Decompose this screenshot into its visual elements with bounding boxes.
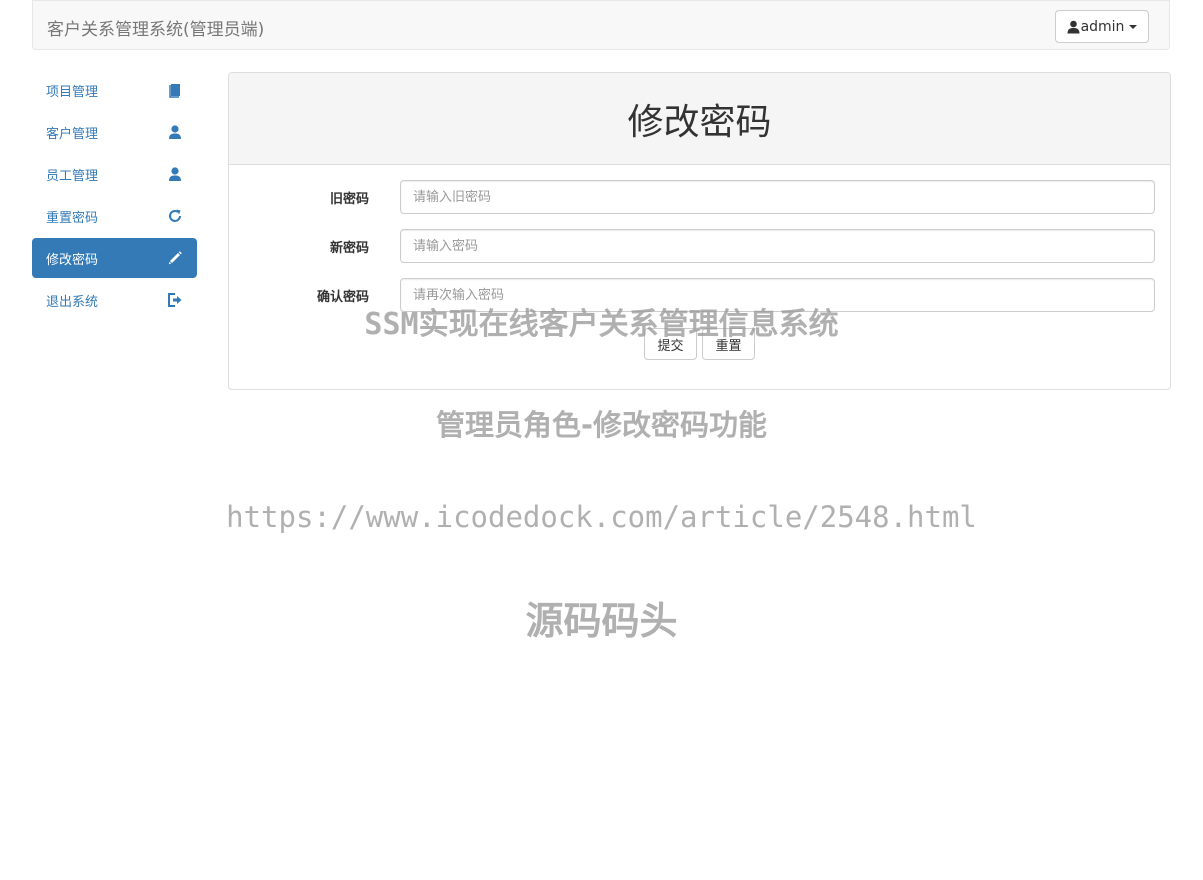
confirm-password-row: 确认密码	[229, 278, 1170, 312]
top-navbar: 客户关系管理系统(管理员端) admin	[32, 0, 1170, 50]
book-icon	[169, 84, 180, 98]
user-menu-button[interactable]: admin	[1055, 10, 1149, 43]
sidebar-item-label: 项目管理	[46, 84, 99, 100]
user-icon	[169, 167, 181, 181]
sidebar-item-label: 重置密码	[46, 210, 99, 226]
old-password-label: 旧密码	[329, 192, 369, 207]
change-password-panel: 修改密码 旧密码 新密码 确认密码 提交 重置	[228, 72, 1171, 390]
logout-icon	[168, 293, 182, 307]
pencil-icon	[168, 251, 182, 265]
user-icon	[169, 125, 181, 139]
confirm-password-input[interactable]	[400, 278, 1155, 312]
reset-button[interactable]: 重置	[702, 328, 755, 360]
sidebar-item-label: 客户管理	[46, 126, 99, 142]
old-password-input[interactable]	[400, 180, 1155, 214]
page-title: 修改密码	[627, 101, 772, 143]
app-title[interactable]: 客户关系管理系统(管理员端)	[47, 15, 264, 40]
old-password-row: 旧密码	[229, 180, 1170, 214]
sidebar-nav: 项目管理 客户管理 员工管理 重置密码 修改密码 退出系统	[32, 70, 197, 322]
user-name: admin	[1080, 18, 1125, 35]
sidebar-item-projects[interactable]: 项目管理	[32, 70, 197, 110]
user-icon	[1067, 20, 1080, 33]
caret-down-icon	[1129, 24, 1138, 29]
sidebar-item-change-password[interactable]: 修改密码	[32, 238, 197, 278]
watermark-url: https://www.icodedock.com/article/2548.h…	[226, 500, 977, 534]
watermark-brand: 源码码头	[525, 599, 678, 643]
watermark-subtitle: 管理员角色-修改密码功能	[435, 408, 768, 442]
sidebar-item-label: 退出系统	[46, 294, 99, 310]
sidebar-item-label: 修改密码	[46, 252, 99, 268]
panel-header: 修改密码	[229, 73, 1170, 165]
new-password-label: 新密码	[329, 241, 369, 256]
refresh-icon	[169, 209, 181, 222]
sidebar-item-employees[interactable]: 员工管理	[32, 154, 197, 194]
new-password-input[interactable]	[400, 229, 1155, 263]
sidebar-item-label: 员工管理	[46, 168, 99, 184]
sidebar-item-logout[interactable]: 退出系统	[32, 280, 197, 320]
sidebar-item-reset-password[interactable]: 重置密码	[32, 196, 197, 236]
new-password-row: 新密码	[229, 229, 1170, 263]
sidebar-item-customers[interactable]: 客户管理	[32, 112, 197, 152]
confirm-password-label: 确认密码	[316, 290, 369, 305]
submit-button[interactable]: 提交	[644, 328, 697, 360]
